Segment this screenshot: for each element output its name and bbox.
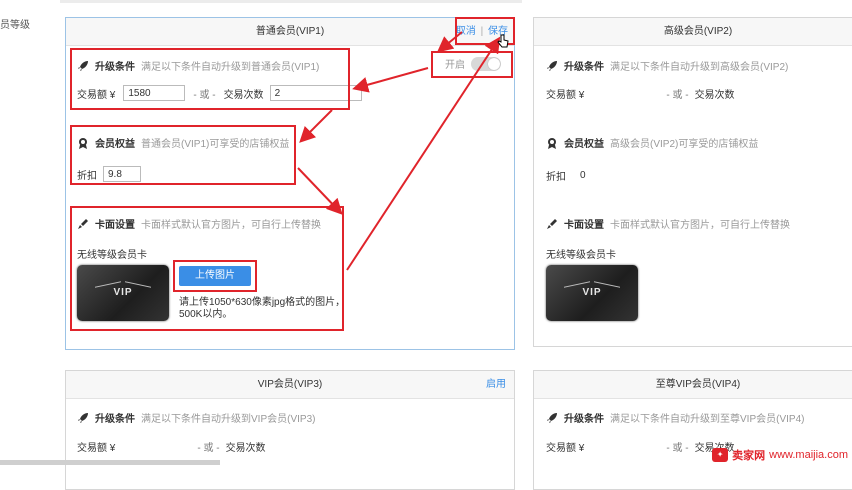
- vip3-upgrade-title: 升级条件: [95, 414, 135, 425]
- vip2-card-image: VIP: [546, 265, 638, 321]
- watermark-url: www.maijia.com: [769, 449, 848, 461]
- vip2-card-name: 无线等级会员卡: [546, 250, 616, 261]
- count-label: 交易次数: [694, 90, 735, 101]
- amount-label: 交易额 ¥: [546, 443, 585, 454]
- or-text: - 或 -: [197, 443, 220, 454]
- rocket-icon: [547, 60, 557, 71]
- count-label: 交易次数: [225, 443, 266, 454]
- annotation-box-upload: [173, 260, 257, 292]
- vip4-upgrade-desc: 满足以下条件自动升级到至尊VIP会员(VIP4): [610, 414, 805, 425]
- horizontal-scrollbar[interactable]: [0, 460, 220, 465]
- vip3-upgrade-desc: 满足以下条件自动升级到VIP会员(VIP3): [141, 414, 316, 425]
- watermark-logo-icon: ✦: [712, 448, 729, 462]
- or-text: - 或 -: [666, 443, 689, 454]
- vip2-rights-title-row: 会员权益 高级会员(VIP2)可享受的店铺权益: [546, 135, 758, 150]
- vip3-header: VIP会员(VIP3) 启用: [66, 371, 514, 399]
- sidebar-label: 员等级: [0, 20, 30, 31]
- rocket-icon: [547, 412, 557, 423]
- annotation-box-rights: [70, 125, 296, 185]
- vip4-panel: 至尊VIP会员(VIP4): [533, 370, 852, 490]
- or-text: - 或 -: [666, 90, 689, 101]
- vip2-rights-title: 会员权益: [564, 139, 604, 150]
- vip2-upgrade-desc: 满足以下条件自动升级到高级会员(VIP2): [610, 62, 789, 73]
- vip2-card-title-row: 卡面设置 卡面样式默认官方图片，可自行上传替换: [546, 216, 790, 231]
- vip2-header: 高级会员(VIP2): [534, 18, 852, 46]
- watermark-brand: 卖家网: [732, 450, 766, 462]
- medal-icon: [548, 137, 556, 149]
- amount-label: 交易额 ¥: [77, 443, 116, 454]
- discount-label: 折扣: [546, 172, 566, 183]
- rocket-icon: [78, 412, 88, 423]
- discount-value: 0: [580, 170, 586, 181]
- vip4-upgrade-title-row: 升级条件 满足以下条件自动升级到至尊VIP会员(VIP4): [546, 410, 804, 425]
- vip2-upgrade-fields: 交易额 ¥ - 或 - 交易次数: [546, 86, 735, 101]
- vip1-header: 普通会员(VIP1) 取消 | 保存: [66, 18, 514, 46]
- vip4-upgrade-title: 升级条件: [564, 414, 604, 425]
- top-scroll-edge: [60, 0, 522, 3]
- vip4-upgrade-fields: 交易额 ¥ - 或 - 交易次数: [546, 439, 735, 454]
- amount-label: 交易额 ¥: [546, 90, 585, 101]
- vip2-card-desc: 卡面样式默认官方图片，可自行上传替换: [610, 220, 790, 231]
- vip2-discount-row: 折扣 0: [546, 168, 586, 183]
- vip4-title: 至尊VIP会员(VIP4): [655, 379, 741, 390]
- card-vip-text: VIP: [582, 287, 602, 298]
- vip2-title: 高级会员(VIP2): [663, 26, 733, 37]
- brush-icon: [547, 218, 557, 229]
- vip3-panel: VIP会员(VIP3) 启用: [65, 370, 515, 490]
- enable-link[interactable]: 启用: [486, 371, 506, 398]
- vip3-upgrade-fields: 交易额 ¥ - 或 - 交易次数: [77, 439, 266, 454]
- vip1-title: 普通会员(VIP1): [255, 26, 325, 37]
- annotation-box-toggle: [431, 51, 513, 78]
- annotation-box-upgrade: [70, 48, 350, 110]
- vip4-header: 至尊VIP会员(VIP4): [534, 371, 852, 399]
- vip2-upgrade-title-row: 升级条件 满足以下条件自动升级到高级会员(VIP2): [546, 58, 788, 73]
- vip3-upgrade-title-row: 升级条件 满足以下条件自动升级到VIP会员(VIP3): [77, 410, 315, 425]
- hand-cursor-icon: [497, 34, 509, 48]
- vip2-upgrade-title: 升级条件: [564, 62, 604, 73]
- vip2-card-title: 卡面设置: [564, 220, 604, 231]
- vip3-title: VIP会员(VIP3): [257, 379, 323, 390]
- vip2-rights-desc: 高级会员(VIP2)可享受的店铺权益: [610, 139, 759, 150]
- watermark: ✦ 卖家网 www.maijia.com: [712, 447, 848, 463]
